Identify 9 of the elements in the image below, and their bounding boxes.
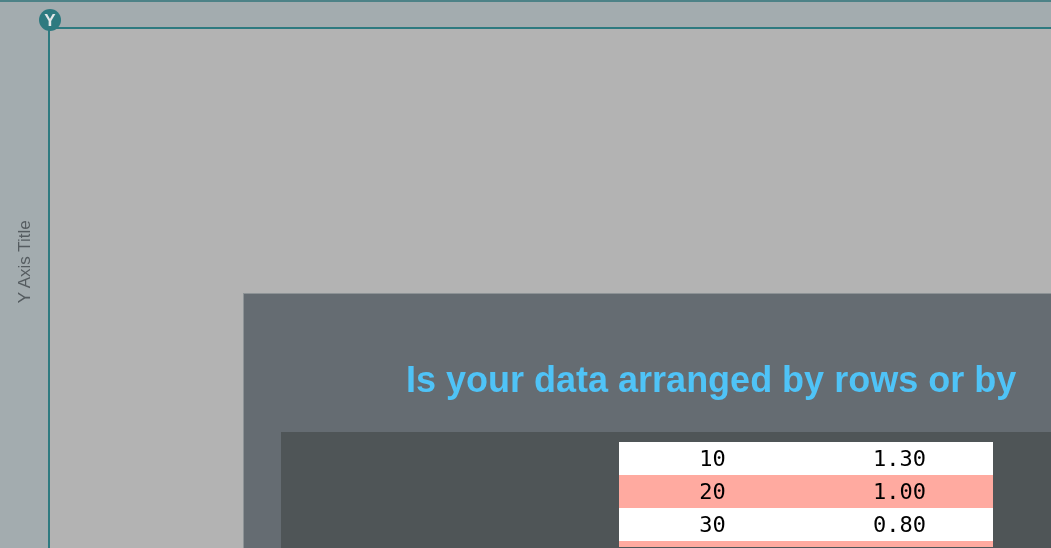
table-cell-text: 20 xyxy=(699,478,726,506)
table-cell-text: 1.30 xyxy=(873,445,926,473)
table-cell-text: 10 xyxy=(699,445,726,473)
dialog-title: Is your data arranged by rows or by xyxy=(406,359,1017,400)
y-axis-title: Y Axis Title xyxy=(13,220,35,304)
table-cell-text: 0.80 xyxy=(873,511,926,539)
axis-marker: Y xyxy=(39,9,61,31)
table-cell-text: 30 xyxy=(699,511,726,539)
table-cell-text: 1.00 xyxy=(873,478,926,506)
